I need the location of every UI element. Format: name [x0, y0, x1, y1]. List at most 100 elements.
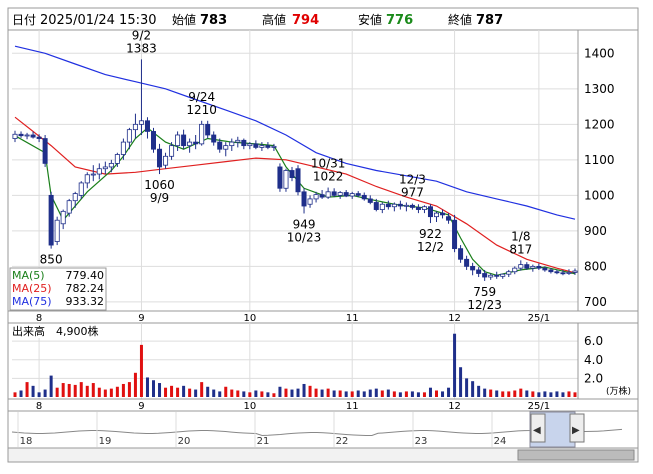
candle-up: [259, 145, 265, 148]
scrollbar-thumb[interactable]: [517, 449, 635, 461]
volume-bar: [543, 391, 547, 397]
candle-up: [60, 210, 66, 225]
candle-down: [211, 134, 217, 143]
candle-up: [530, 265, 536, 269]
legend-name: MA(5): [12, 269, 45, 282]
price-y-tick-label: 700: [584, 295, 607, 309]
volume-bar: [422, 392, 426, 397]
volume-bar: [188, 388, 192, 397]
candle-up: [102, 166, 108, 170]
candle-up: [132, 123, 138, 131]
candle-up: [78, 182, 84, 196]
volume-bar: [519, 388, 523, 397]
candle-down: [48, 194, 54, 246]
navigator-left-arrow-icon[interactable]: ◀: [533, 425, 541, 436]
close-value: 787: [476, 13, 503, 28]
candle-up: [271, 145, 277, 148]
date-tick-label: 8: [36, 401, 42, 412]
candle-down: [157, 148, 163, 168]
open-value: 783: [200, 13, 227, 28]
chart-canvas: 日付 2025/01/24 15:30 始値 783 高値 794 安値 776…: [7, 7, 639, 463]
candle-down: [150, 131, 157, 150]
candle-down: [560, 272, 566, 275]
volume-bar: [278, 386, 282, 397]
candle-up: [12, 133, 18, 139]
annotation-price: 1210: [186, 103, 217, 117]
candle-down: [217, 141, 223, 150]
candle-down: [241, 139, 247, 147]
volume-bar: [25, 382, 29, 397]
candle-up: [337, 192, 343, 196]
volume-bar: [218, 391, 222, 397]
candle-down: [464, 258, 470, 267]
volume-y-tick-label: 6.0: [584, 334, 603, 348]
candle-down: [36, 136, 42, 139]
volume-bar: [158, 383, 162, 397]
candle-down: [542, 267, 548, 271]
candle-up: [325, 191, 331, 198]
volume-bar: [164, 387, 168, 397]
candle-down: [373, 202, 379, 210]
candle-down: [367, 198, 373, 203]
volume-bar: [441, 391, 445, 397]
date-tick-label: 9: [138, 401, 144, 412]
candle-up: [403, 204, 409, 207]
date-tick-label: 9: [138, 313, 144, 324]
candle-down: [458, 248, 464, 260]
volume-bar: [507, 391, 511, 397]
volume-bar: [43, 389, 47, 397]
volume-bar: [350, 391, 354, 397]
volume-bar: [465, 378, 469, 397]
low-label: 安値: [358, 12, 382, 27]
candle-up: [488, 274, 494, 278]
volume-bar: [224, 386, 228, 397]
price-y-tick-label: 1000: [584, 188, 615, 202]
volume-bar: [531, 391, 535, 397]
annotation-date: 9/9: [150, 191, 169, 205]
volume-bar: [459, 367, 463, 397]
volume-bar: [344, 391, 348, 397]
price-y-tick-label: 1200: [584, 117, 615, 131]
volume-bar: [483, 388, 487, 397]
candle-down: [355, 193, 361, 196]
volume-bar: [362, 391, 366, 397]
volume-bar: [49, 375, 53, 397]
candle-down: [295, 168, 301, 193]
volume-bar: [139, 344, 143, 397]
volume-bar: [67, 383, 71, 397]
legend-value: 933.32: [66, 295, 105, 308]
volume-bar: [308, 385, 312, 397]
annotation-price: 759: [473, 285, 496, 299]
legend-name: MA(75): [12, 295, 52, 308]
volume-bar: [368, 389, 372, 397]
candle-up: [349, 193, 355, 197]
volume-bar: [501, 391, 505, 397]
volume-bar: [374, 388, 378, 397]
candle-down: [30, 134, 36, 138]
volume-y-tick-label: 2.0: [584, 371, 603, 385]
legend-value: 779.40: [66, 269, 105, 282]
candle-down: [385, 203, 391, 208]
volume-bar: [326, 388, 330, 397]
candle-up: [163, 155, 169, 166]
candle-down: [289, 170, 295, 179]
high-label: 高値: [262, 12, 286, 27]
candle-up: [500, 273, 506, 277]
candle-up: [379, 203, 385, 210]
candle-up: [108, 162, 114, 168]
volume-bar: [314, 388, 318, 397]
annotation-date: 10/31: [311, 157, 346, 171]
candle-down: [18, 133, 24, 137]
volume-bar: [290, 389, 294, 397]
datetime-value: 2025/01/24 15:30: [40, 13, 157, 28]
candle-down: [193, 141, 199, 145]
annotation-price: 1383: [126, 41, 157, 55]
date-tick-label: 8: [36, 313, 42, 324]
annotation-price: 1060: [144, 178, 175, 192]
volume-bar: [573, 392, 577, 397]
volume-bar: [302, 383, 306, 397]
navigator-right-arrow-icon[interactable]: ▶: [572, 425, 580, 436]
volume-bar: [260, 391, 264, 397]
navigator-date-label: 24: [494, 436, 507, 447]
annotation-price: 1022: [313, 170, 344, 184]
